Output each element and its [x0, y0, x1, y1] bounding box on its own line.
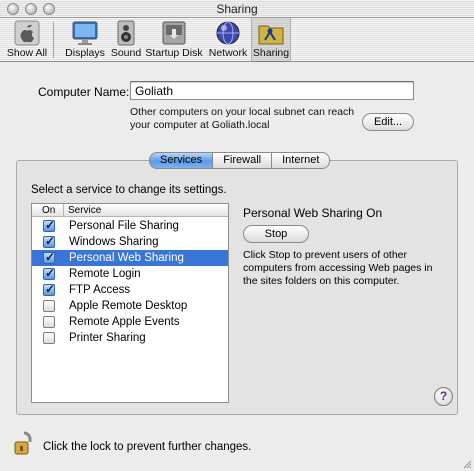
checkmark-icon: ✓ — [45, 234, 56, 248]
toolbar-startup-disk[interactable]: Startup Disk — [144, 20, 204, 60]
service-checkbox[interactable]: ✓ — [43, 250, 56, 264]
service-row[interactable]: Apple Remote Desktop — [32, 298, 228, 314]
service-checkbox[interactable] — [43, 300, 55, 312]
sharing-window: Sharing Show All Displays Sound Startup … — [0, 0, 474, 471]
toolbar-selection-highlight — [251, 18, 291, 62]
service-name: Apple Remote Desktop — [69, 300, 188, 312]
help-button[interactable]: ? — [434, 387, 453, 406]
toolbar-displays[interactable]: Displays — [62, 20, 108, 60]
preferences-toolbar: Show All Displays Sound Startup Disk Net… — [0, 18, 474, 62]
apple-icon — [14, 20, 40, 46]
service-row[interactable]: ✓ Personal File Sharing — [32, 218, 228, 234]
service-name: Printer Sharing — [69, 332, 146, 344]
toolbar-label: Startup Disk — [145, 47, 203, 59]
stop-button[interactable]: Stop — [243, 225, 309, 243]
lock-instruction-text: Click the lock to prevent further change… — [43, 441, 252, 453]
toolbar-label: Displays — [65, 47, 105, 59]
service-row[interactable]: ✓ Remote Login — [32, 266, 228, 282]
service-name: Remote Apple Events — [69, 316, 180, 328]
services-list[interactable]: On Service ✓ Personal File Sharing ✓ Win… — [31, 203, 229, 403]
service-checkbox[interactable]: ✓ — [43, 234, 56, 248]
speaker-icon — [117, 20, 135, 46]
service-checkbox[interactable]: ✓ — [43, 266, 56, 280]
toolbar-separator — [53, 22, 54, 58]
service-row-selected[interactable]: ✓ Personal Web Sharing — [32, 250, 228, 266]
service-checkbox[interactable]: ✓ — [43, 282, 56, 296]
display-icon — [72, 21, 98, 45]
service-row[interactable]: Remote Apple Events — [32, 314, 228, 330]
column-header-on[interactable]: On — [42, 204, 55, 217]
network-globe-icon — [216, 21, 240, 45]
column-divider — [63, 204, 64, 217]
resize-grip-icon[interactable] — [462, 459, 472, 469]
service-name: Personal Web Sharing — [69, 252, 184, 264]
service-name: Remote Login — [69, 268, 141, 280]
service-checkbox[interactable]: ✓ — [43, 218, 56, 232]
tab-internet[interactable]: Internet — [272, 152, 331, 169]
service-checkbox[interactable] — [43, 332, 55, 344]
lock-icon[interactable] — [13, 430, 35, 456]
tab-services[interactable]: Services — [149, 152, 214, 169]
tab-bar: Services Firewall Internet — [149, 152, 331, 169]
computer-name-input[interactable] — [130, 81, 414, 100]
checkmark-icon: ✓ — [45, 266, 56, 280]
toolbar-sound[interactable]: Sound — [108, 20, 144, 60]
tab-firewall[interactable]: Firewall — [213, 152, 273, 169]
checkmark-icon: ✓ — [45, 250, 56, 264]
toolbar-label: Show All — [6, 47, 48, 59]
window-title: Sharing — [216, 2, 258, 16]
service-status-title: Personal Web Sharing On — [243, 206, 383, 220]
close-window-button[interactable] — [7, 3, 19, 15]
checkmark-icon: ✓ — [45, 218, 56, 232]
zoom-window-button[interactable] — [43, 3, 55, 15]
minimize-window-button[interactable] — [25, 3, 37, 15]
service-name: Personal File Sharing — [69, 220, 179, 232]
toolbar-network[interactable]: Network — [206, 20, 250, 60]
checkmark-icon: ✓ — [45, 282, 56, 296]
title-bar[interactable]: Sharing — [0, 0, 474, 18]
service-status-description: Click Stop to prevent users of other com… — [243, 249, 433, 287]
computer-name-label: Computer Name: — [38, 85, 130, 99]
service-row[interactable]: Printer Sharing — [32, 330, 228, 346]
toolbar-show-all[interactable]: Show All — [6, 20, 48, 60]
list-header: On Service — [32, 204, 228, 217]
toolbar-label: Sound — [110, 47, 142, 59]
subnet-address-text: Other computers on your local subnet can… — [130, 106, 355, 131]
column-header-service[interactable]: Service — [68, 204, 101, 217]
service-prompt: Select a service to change its settings. — [31, 184, 227, 196]
service-row[interactable]: ✓ FTP Access — [32, 282, 228, 298]
service-checkbox[interactable] — [43, 316, 55, 328]
service-row[interactable]: ✓ Windows Sharing — [32, 234, 228, 250]
toolbar-label: Network — [208, 47, 248, 59]
edit-button[interactable]: Edit... — [362, 113, 414, 131]
disk-icon — [162, 21, 186, 45]
service-name: Windows Sharing — [69, 236, 159, 248]
service-name: FTP Access — [69, 284, 131, 296]
